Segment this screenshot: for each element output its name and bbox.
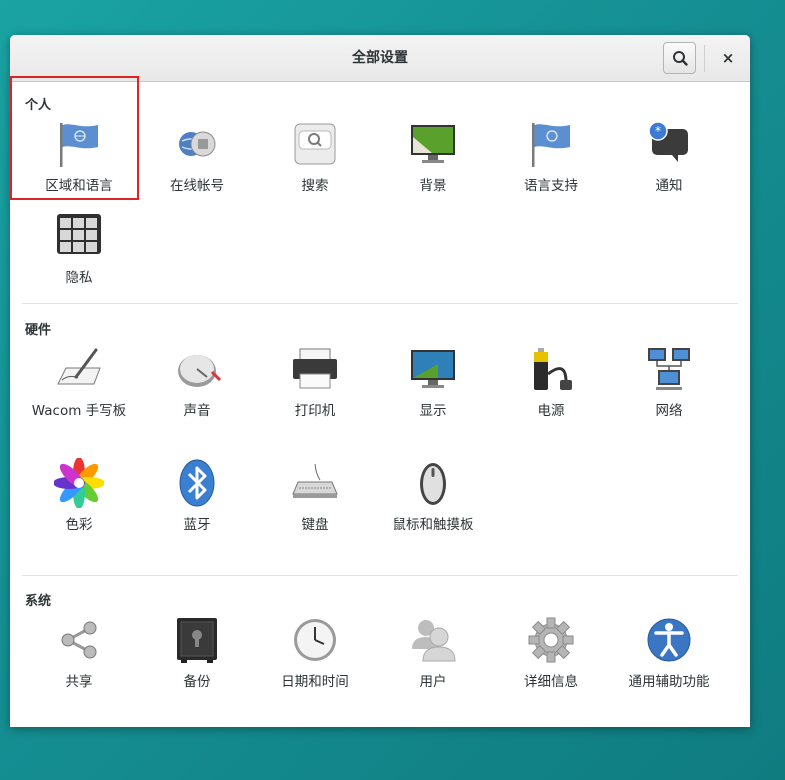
color-icon: [54, 458, 104, 508]
item-keyboard[interactable]: 键盘: [256, 452, 374, 544]
privacy-lock-icon: [57, 214, 101, 254]
mouse-icon: [420, 463, 446, 505]
item-color[interactable]: 色彩: [20, 452, 138, 544]
section-divider: [22, 303, 738, 304]
item-users[interactable]: 用户: [374, 609, 492, 701]
item-sharing[interactable]: 共享: [20, 609, 138, 701]
close-icon: ×: [721, 49, 735, 67]
hardware-grid: Wacom 手写板 声音 打印机 显示 电源 网络 色彩 蓝牙 键盘 鼠标和触摸…: [20, 338, 728, 544]
display-icon: [411, 350, 455, 388]
item-label: 色彩: [65, 517, 93, 533]
search-icon: [294, 123, 336, 165]
wacom-tablet-icon: [57, 348, 101, 385]
item-language-support[interactable]: 语言支持: [492, 113, 610, 205]
item-label: 鼠标和触摸板: [392, 517, 474, 533]
item-label: 键盘: [301, 517, 329, 533]
system-grid: 共享 备份 日期和时间 用户 详细信息 通用辅助功能: [20, 609, 728, 701]
settings-window: 全部设置 × 个人 区域和语言 在线帐号 搜索 背景 语言支持 * 通知 隐私 …: [10, 35, 750, 727]
item-label: 打印机: [294, 403, 336, 419]
item-label: 共享: [65, 674, 93, 690]
notification-icon: *: [648, 121, 688, 162]
item-mouse[interactable]: 鼠标和触摸板: [374, 452, 492, 544]
item-datetime[interactable]: 日期和时间: [256, 609, 374, 701]
item-bluetooth[interactable]: 蓝牙: [138, 452, 256, 544]
item-label: 显示: [419, 403, 447, 419]
item-power[interactable]: 电源: [492, 338, 610, 452]
item-network[interactable]: 网络: [610, 338, 728, 452]
section-title-personal: 个人: [25, 98, 52, 113]
item-label: 通用辅助功能: [628, 674, 710, 690]
section-divider: [22, 575, 738, 576]
close-button[interactable]: ×: [712, 42, 744, 74]
item-background[interactable]: 背景: [374, 113, 492, 205]
item-label: 搜索: [301, 178, 329, 194]
item-sound[interactable]: 声音: [138, 338, 256, 452]
item-label: 通知: [655, 178, 683, 194]
item-accessibility[interactable]: 通用辅助功能: [610, 609, 728, 701]
item-label: 蓝牙: [183, 517, 211, 533]
background-icon: [411, 125, 455, 163]
section-title-hardware: 硬件: [25, 323, 52, 338]
item-label: 隐私: [65, 270, 93, 286]
item-wacom[interactable]: Wacom 手写板: [20, 338, 138, 452]
item-label: 语言支持: [524, 178, 578, 194]
item-backup[interactable]: 备份: [138, 609, 256, 701]
item-online-accounts[interactable]: 在线帐号: [138, 113, 256, 205]
language-flag-icon: [532, 123, 570, 167]
item-region-language[interactable]: 区域和语言: [20, 113, 138, 205]
item-search[interactable]: 搜索: [256, 113, 374, 205]
sound-icon: [178, 355, 222, 387]
item-label: 电源: [537, 403, 565, 419]
item-label: 背景: [419, 178, 447, 194]
window-title: 全部设置: [352, 50, 408, 66]
details-gear-icon: [528, 617, 574, 663]
backup-safe-icon: [177, 618, 217, 663]
item-privacy[interactable]: 隐私: [20, 205, 138, 297]
online-accounts-icon: [179, 131, 216, 157]
personal-grid: 区域和语言 在线帐号 搜索 背景 语言支持 * 通知 隐私: [20, 113, 728, 297]
item-label: 网络: [655, 403, 683, 419]
header-separator: [704, 45, 705, 72]
network-icon: [648, 348, 690, 390]
bluetooth-icon: [179, 459, 215, 507]
item-details[interactable]: 详细信息: [492, 609, 610, 701]
header-bar: 全部设置 ×: [10, 35, 750, 82]
printer-icon: [293, 348, 337, 389]
item-label: 在线帐号: [170, 178, 224, 194]
item-label: 备份: [183, 674, 211, 690]
search-icon: [673, 51, 688, 66]
item-printer[interactable]: 打印机: [256, 338, 374, 452]
keyboard-icon: [292, 463, 338, 498]
clock-icon: [294, 619, 336, 661]
item-label: 区域和语言: [45, 178, 113, 194]
item-label: 详细信息: [524, 674, 578, 690]
flag-icon: [60, 123, 98, 167]
item-label: Wacom 手写板: [31, 403, 127, 419]
svg-text:*: *: [655, 124, 661, 138]
search-button[interactable]: [663, 42, 696, 74]
item-display[interactable]: 显示: [374, 338, 492, 452]
item-notifications[interactable]: * 通知: [610, 113, 728, 205]
item-label: 声音: [183, 403, 211, 419]
power-icon: [534, 348, 572, 390]
users-icon: [412, 620, 456, 662]
share-icon: [61, 621, 97, 659]
section-title-system: 系统: [25, 594, 52, 609]
item-label: 日期和时间: [281, 674, 349, 690]
accessibility-icon: [647, 618, 691, 662]
item-label: 用户: [419, 674, 447, 690]
